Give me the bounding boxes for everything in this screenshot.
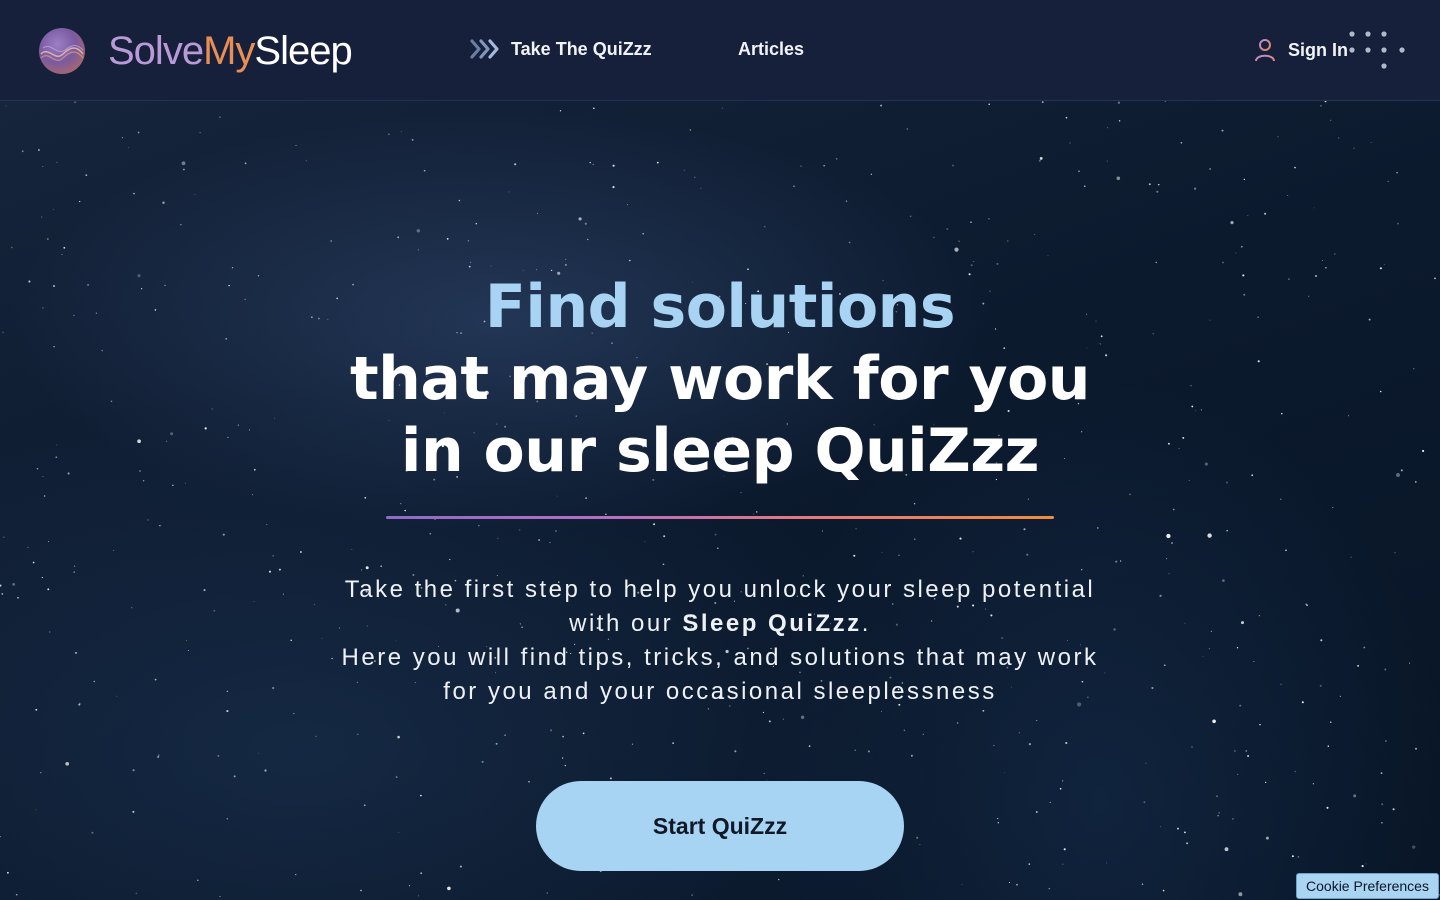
top-navbar: SolveMySleep Take The QuiZzz Articles Si… [0,0,1440,101]
gradient-divider [386,516,1054,519]
headline-line-1: Find solutions [484,272,956,342]
brand-name: SolveMySleep [108,29,353,73]
user-icon [1255,39,1275,62]
brand-logo[interactable]: SolveMySleep [39,28,353,74]
brand-word-sleep: Sleep [254,29,352,73]
hero-headline: Find solutions that may work for you in … [320,271,1120,487]
double-chevron-icon [470,39,499,59]
hero-section: Find solutions that may work for you in … [0,101,1440,900]
dot-grid-icon [1349,31,1405,69]
sign-in-link[interactable]: Sign In [1254,38,1348,62]
nav-take-quiz[interactable]: Take The QuiZzz [470,37,652,61]
start-quiz-button[interactable]: Start QuiZzz [536,781,904,871]
desc-line-3: Here you will find tips, tricks, and sol… [341,644,1099,705]
sign-in-label: Sign In [1288,39,1348,60]
hero-description: Take the first step to help you unlock y… [320,573,1120,709]
nav-articles[interactable]: Articles [738,39,804,60]
nav-articles-label: Articles [738,39,805,59]
nav-take-quiz-label: Take The QuiZzz [511,38,652,59]
headline-line-2: that may work for you [350,344,1091,414]
headline-line-3: in our sleep QuiZzz [400,416,1040,486]
moon-wave-logo-icon [39,28,85,74]
desc-quiz-name: Sleep QuiZzz [682,610,862,637]
desc-part-2: . [861,610,871,637]
brand-word-solve: Solve [108,29,204,73]
brand-word-my: My [203,29,255,73]
cookie-preferences-button[interactable]: Cookie Preferences [1296,873,1439,899]
